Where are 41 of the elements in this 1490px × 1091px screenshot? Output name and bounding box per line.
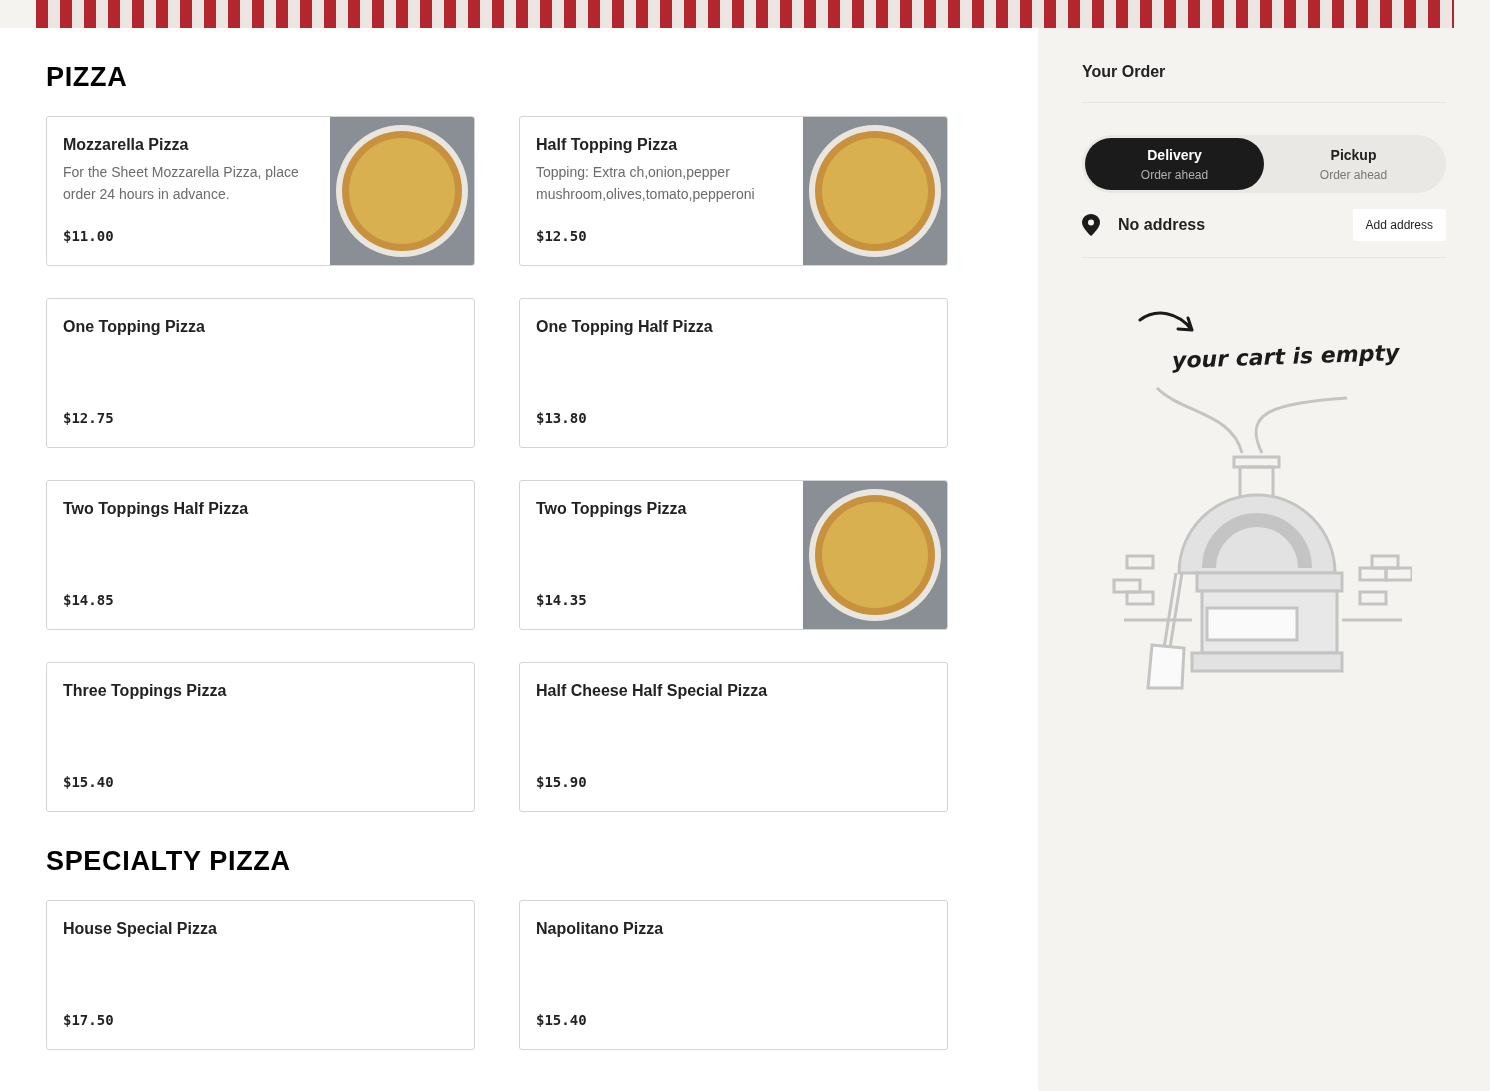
- menu-item-card[interactable]: One Topping Half Pizza $13.80: [519, 298, 948, 448]
- section-heading: PIZZA: [46, 62, 129, 92]
- item-price: $12.75: [63, 409, 115, 428]
- item-price: $15.40: [63, 773, 115, 792]
- item-description: Topping: Extra ch,onion,pepper mushroom,olives,tomato,pepperoni: [536, 163, 756, 204]
- section-heading: SPECIALTY PIZZA: [46, 846, 292, 876]
- item-name: One Topping Pizza: [63, 317, 206, 337]
- item-name: Half Cheese Half Special Pizza: [536, 681, 769, 701]
- item-price: $11.00: [63, 227, 115, 246]
- address-text: No address: [1118, 215, 1206, 235]
- item-price: $13.80: [536, 409, 588, 428]
- item-name: Three Toppings Pizza: [63, 681, 228, 701]
- item-price: $15.90: [536, 773, 588, 792]
- menu-item-card[interactable]: Half Cheese Half Special Pizza $15.90: [519, 662, 948, 812]
- menu-item-card[interactable]: Mozzarella Pizza For the Sheet Mozzarella Pizza, place order 24 hours in advance. $11.00: [46, 116, 475, 266]
- item-price: $15.40: [536, 1011, 588, 1030]
- item-name: House Special Pizza: [63, 919, 218, 939]
- item-price: $14.35: [536, 591, 588, 610]
- order-mode-tab[interactable]: Pickup Order ahead: [1264, 138, 1443, 190]
- item-name: One Topping Half Pizza: [536, 317, 714, 337]
- add-address-button[interactable]: Add address: [1352, 209, 1446, 241]
- item-name: Napolitano Pizza: [536, 919, 665, 939]
- menu-item-card[interactable]: House Special Pizza $17.50: [46, 900, 475, 1050]
- item-price: $17.50: [63, 1011, 115, 1030]
- menu-item-card[interactable]: Two Toppings Pizza $14.35: [519, 480, 948, 630]
- menu-item-card[interactable]: Napolitano Pizza $15.40: [519, 900, 948, 1050]
- item-name: Two Toppings Pizza: [536, 499, 688, 519]
- order-heading: Your Order: [1082, 63, 1166, 80]
- menu-item-card[interactable]: One Topping Pizza $12.75: [46, 298, 475, 448]
- item-name: Half Topping Pizza: [536, 135, 679, 155]
- menu-item-card[interactable]: Two Toppings Half Pizza $14.85: [46, 480, 475, 630]
- location-pin-icon: [1082, 214, 1100, 236]
- item-name: Mozzarella Pizza: [63, 135, 190, 155]
- menu-item-card[interactable]: Half Topping Pizza Topping: Extra ch,onion,pepper mushroom,olives,tomato,pepperoni $12.50: [519, 116, 948, 266]
- empty-cart-message: your cart is empty: [1171, 339, 1400, 375]
- order-mode-tab[interactable]: Delivery Order ahead: [1085, 138, 1264, 190]
- item-name: Two Toppings Half Pizza: [63, 499, 250, 519]
- item-description: For the Sheet Mozzarella Pizza, place order 24 hours in advance.: [63, 163, 300, 204]
- menu-item-card[interactable]: Three Toppings Pizza $15.40: [46, 662, 475, 812]
- item-price: $12.50: [536, 227, 588, 246]
- item-price: $14.85: [63, 591, 115, 610]
